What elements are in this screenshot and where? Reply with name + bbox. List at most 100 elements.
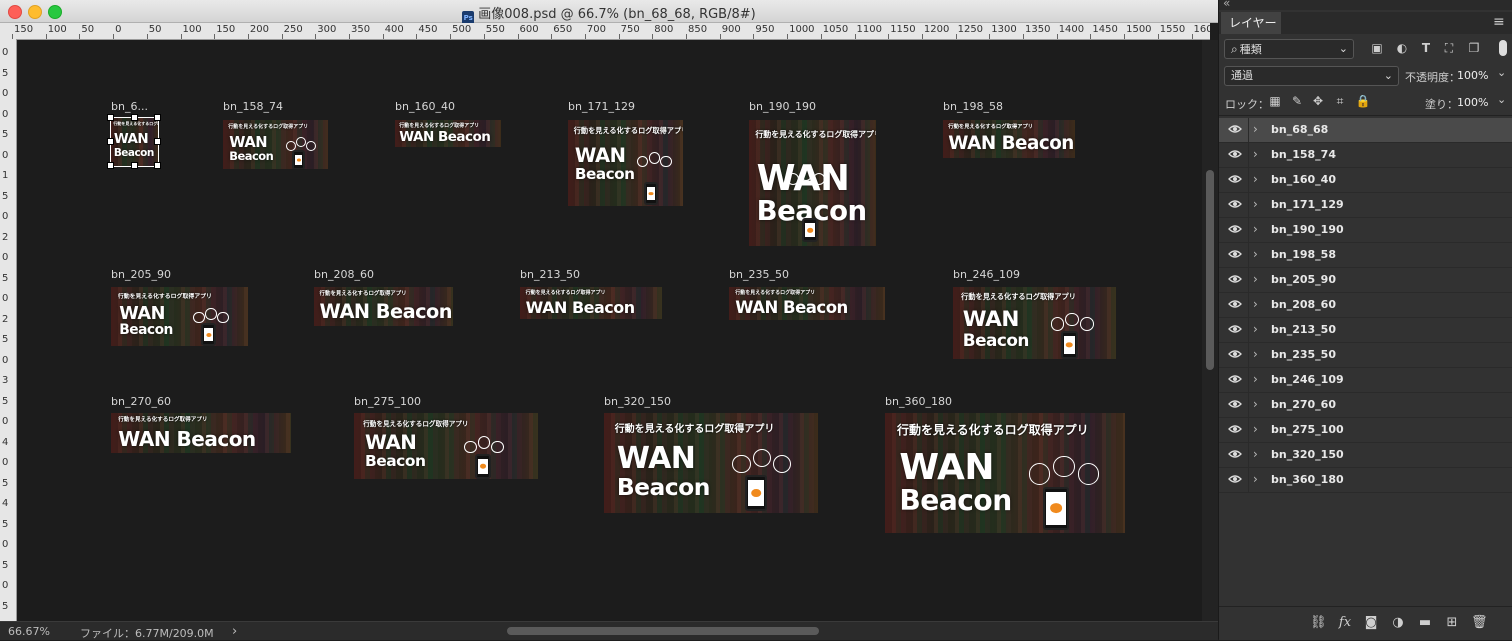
transform-handle[interactable] — [154, 114, 161, 121]
new-layer-icon[interactable]: ⊞ — [1444, 615, 1460, 630]
layer-name[interactable]: bn_275_100 — [1271, 423, 1344, 436]
lock-all-icon[interactable]: 🔒 — [1355, 94, 1371, 108]
visibility-eye-icon[interactable] — [1228, 199, 1242, 209]
artboard-label[interactable]: bn_208_60 — [314, 268, 374, 281]
filter-shape-layer-icon[interactable]: ⛶ — [1441, 41, 1457, 56]
artboard-label[interactable]: bn_320_150 — [604, 395, 671, 408]
expand-chevron-icon[interactable]: › — [1253, 197, 1258, 211]
transform-handle[interactable] — [130, 114, 138, 121]
panel-menu-icon[interactable]: ≡ — [1493, 14, 1505, 30]
layer-style-fx-icon[interactable]: fx — [1337, 615, 1353, 630]
zoom-level[interactable]: 66.67% — [8, 625, 50, 638]
artboard-label[interactable]: bn_213_50 — [520, 268, 580, 281]
link-layers-icon[interactable]: ⛓ — [1310, 615, 1327, 630]
opacity-chevron-icon[interactable]: ⌄ — [1497, 66, 1506, 79]
layer-name[interactable]: bn_235_50 — [1271, 348, 1336, 361]
visibility-eye-icon[interactable] — [1228, 274, 1242, 284]
layer-row[interactable]: › bn_171_129 — [1219, 193, 1512, 218]
filter-smart-object-icon[interactable]: ❐ — [1466, 41, 1482, 55]
layer-row[interactable]: › bn_190_190 — [1219, 218, 1512, 243]
filter-pixel-layer-icon[interactable]: ▣ — [1369, 41, 1385, 55]
layer-row[interactable]: › bn_198_58 — [1219, 243, 1512, 268]
layer-row[interactable]: › bn_68_68 — [1219, 118, 1512, 143]
layer-row[interactable]: › bn_205_90 — [1219, 268, 1512, 293]
visibility-eye-icon[interactable] — [1228, 424, 1242, 434]
artboard-label[interactable]: bn_198_58 — [943, 100, 1003, 113]
filter-toggle-switch[interactable] — [1499, 40, 1507, 56]
layer-name[interactable]: bn_158_74 — [1271, 148, 1336, 161]
layer-name[interactable]: bn_360_180 — [1271, 473, 1344, 486]
layer-name[interactable]: bn_320_150 — [1271, 448, 1344, 461]
layer-row[interactable]: › bn_235_50 — [1219, 343, 1512, 368]
artboard-label[interactable]: bn_158_74 — [223, 100, 283, 113]
artboard[interactable]: 行動を見える化するログ取得アプリ WAN Beacon — [111, 413, 291, 453]
layer-name[interactable]: bn_190_190 — [1271, 223, 1344, 236]
layer-row[interactable]: › bn_213_50 — [1219, 318, 1512, 343]
expand-chevron-icon[interactable]: › — [1253, 472, 1258, 486]
visibility-eye-icon[interactable] — [1228, 299, 1242, 309]
layer-filter-dropdown[interactable]: ⌕ 種類 ⌄ — [1224, 39, 1354, 59]
artboard[interactable]: 行動を見える化するログ取得アプリWANBeacon — [111, 287, 248, 346]
artboard-label[interactable]: bn_275_100 — [354, 395, 421, 408]
visibility-eye-icon[interactable] — [1228, 174, 1242, 184]
selection-bounding-box[interactable] — [110, 117, 159, 167]
artboard[interactable]: 行動を見える化するログ取得アプリWANBeacon — [354, 413, 538, 479]
fill-value[interactable]: 100% — [1457, 96, 1488, 109]
layer-name[interactable]: bn_68_68 — [1271, 123, 1328, 136]
artboard[interactable]: 行動を見える化するログ取得アプリWANBeacon — [885, 413, 1125, 533]
layer-row[interactable]: › bn_160_40 — [1219, 168, 1512, 193]
artboard-label[interactable]: bn_360_180 — [885, 395, 952, 408]
artboard[interactable]: 行動を見える化するログ取得アプリWANBeacon — [223, 120, 328, 169]
expand-chevron-icon[interactable]: › — [1253, 272, 1258, 286]
horizontal-ruler[interactable]: 150 100 50 0 50 100 150 200 250 300 350 400 450 500 55… — [0, 23, 1210, 40]
artboard-label[interactable]: bn_270_60 — [111, 395, 171, 408]
artboard[interactable]: 行動を見える化するログ取得アプリWANBeacon — [749, 120, 876, 246]
artboard[interactable]: 行動を見える化するログ取得アプリWANBeacon — [604, 413, 818, 513]
transform-handle[interactable] — [107, 162, 114, 169]
artboard[interactable]: 行動を見える化するログ取得アプリ WAN Beacon — [314, 287, 453, 326]
expand-chevron-icon[interactable]: › — [1253, 422, 1258, 436]
artboard[interactable]: 行動を見える化するログ取得アプリ WAN Beacon — [729, 287, 885, 320]
expand-chevron-icon[interactable]: › — [1253, 347, 1258, 361]
expand-chevron-icon[interactable]: › — [1253, 147, 1258, 161]
expand-chevron-icon[interactable]: › — [1253, 322, 1258, 336]
lock-position-icon[interactable]: ✥ — [1310, 94, 1326, 108]
filter-type-layer-icon[interactable]: T — [1418, 41, 1434, 55]
vertical-ruler[interactable]: 0 5 0 0 5 0 1 5 0 2 0 5 0 2 5 0 3 5 0 4 0 5 4 5 0 5 0 5 — [0, 39, 17, 621]
artboard[interactable]: 行動を見える化するログ取得アプリ WAN Beacon — [395, 120, 501, 147]
transform-handle[interactable] — [107, 114, 114, 121]
status-menu-arrow-icon[interactable]: › — [232, 624, 237, 639]
transform-handle[interactable] — [154, 138, 161, 145]
layer-name[interactable]: bn_160_40 — [1271, 173, 1336, 186]
layer-name[interactable]: bn_205_90 — [1271, 273, 1336, 286]
visibility-eye-icon[interactable] — [1228, 324, 1242, 334]
layer-row[interactable]: › bn_320_150 — [1219, 443, 1512, 468]
artboard-label[interactable]: bn_6... — [111, 100, 148, 113]
layer-row[interactable]: › bn_208_60 — [1219, 293, 1512, 318]
visibility-eye-icon[interactable] — [1228, 349, 1242, 359]
opacity-value[interactable]: 100% — [1457, 69, 1488, 82]
expand-chevron-icon[interactable]: › — [1253, 222, 1258, 236]
filter-adjustment-layer-icon[interactable]: ◐ — [1394, 41, 1410, 55]
artboard-label[interactable]: bn_160_40 — [395, 100, 455, 113]
expand-chevron-icon[interactable]: › — [1253, 447, 1258, 461]
artboard[interactable]: 行動を見える化するログ取得アプリWANBeacon — [953, 287, 1116, 359]
artboard[interactable]: 行動を見える化するログ取得アプリ WAN Beacon — [943, 120, 1075, 158]
layer-row[interactable]: › bn_270_60 — [1219, 393, 1512, 418]
artboard-label[interactable]: bn_246_109 — [953, 268, 1020, 281]
lock-artboard-icon[interactable]: ⌗ — [1332, 94, 1348, 109]
visibility-eye-icon[interactable] — [1228, 399, 1242, 409]
artboard[interactable]: 行動を見える化するログ取得アプリWANBeacon — [568, 120, 683, 206]
new-adjustment-layer-icon[interactable]: ◑ — [1390, 615, 1406, 630]
fill-chevron-icon[interactable]: ⌄ — [1497, 93, 1506, 106]
layer-row[interactable]: › bn_158_74 — [1219, 143, 1512, 168]
expand-chevron-icon[interactable]: › — [1253, 297, 1258, 311]
transform-handle[interactable] — [130, 162, 138, 169]
layer-name[interactable]: bn_213_50 — [1271, 323, 1336, 336]
artboard-label[interactable]: bn_171_129 — [568, 100, 635, 113]
layer-name[interactable]: bn_171_129 — [1271, 198, 1344, 211]
expand-chevron-icon[interactable]: › — [1253, 172, 1258, 186]
layer-name[interactable]: bn_198_58 — [1271, 248, 1336, 261]
visibility-eye-icon[interactable] — [1228, 449, 1242, 459]
expand-chevron-icon[interactable]: › — [1253, 122, 1258, 136]
